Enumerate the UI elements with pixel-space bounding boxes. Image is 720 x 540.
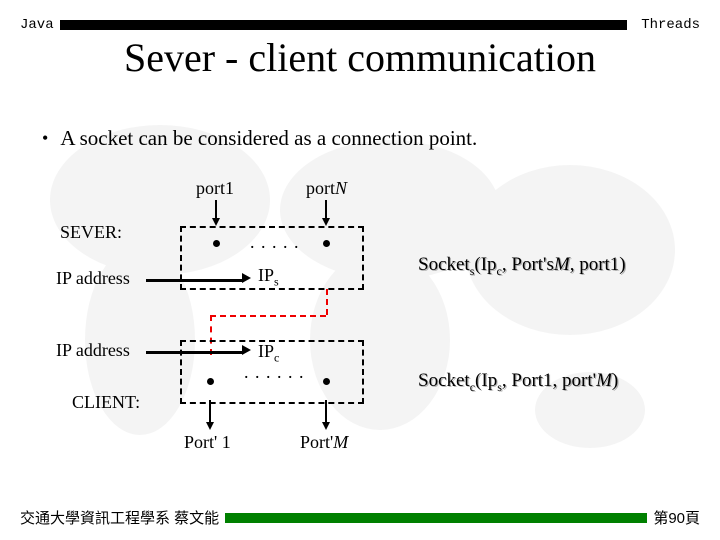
footer-right: 第90頁: [653, 507, 700, 528]
server-node-right: [323, 240, 330, 247]
label-ips: IPs: [258, 265, 279, 290]
label-portp1: Port' 1: [184, 432, 231, 453]
label-sever: SEVER:: [60, 222, 122, 243]
bullet-line: • A socket can be considered as a connect…: [42, 126, 477, 151]
header-divider: [60, 20, 628, 30]
ip-arrowhead-top: [242, 273, 251, 283]
client-dots: . . . . . .: [244, 362, 305, 383]
bullet-text: A socket can be considered as a connecti…: [60, 126, 477, 150]
label-client: CLIENT:: [72, 392, 140, 413]
slide-title: Sever - client communication: [0, 34, 720, 81]
server-dots: . . . . .: [250, 232, 300, 253]
footer-divider: [225, 513, 647, 523]
label-socket-c: Socketc(Ips, Port1, port'M): [418, 370, 618, 395]
label-portN: portN: [306, 178, 347, 199]
footer-left: 交通大學資訊工程學系 蔡文能: [20, 507, 219, 528]
footer: 交通大學資訊工程學系 蔡文能 第90頁: [20, 507, 700, 528]
red-dash-horiz: [210, 315, 326, 317]
label-portpM: Port'M: [300, 432, 348, 453]
ip-arrow-top: [146, 279, 242, 282]
client-node-right: [323, 378, 330, 385]
header-right: Threads: [641, 17, 700, 33]
server-node-left: [213, 240, 220, 247]
client-node-left: [207, 378, 214, 385]
label-ip-address-bot: IP address: [56, 340, 130, 361]
label-ip-address-top: IP address: [56, 268, 130, 289]
red-dash-vert-top: [326, 289, 328, 315]
label-port1: port1: [196, 178, 234, 199]
label-socket-s: Sockets(Ipc, Port'sM, port1): [418, 254, 626, 279]
bullet-dot: •: [42, 128, 48, 148]
header: Java Threads: [20, 16, 700, 34]
header-left: Java: [20, 17, 54, 33]
